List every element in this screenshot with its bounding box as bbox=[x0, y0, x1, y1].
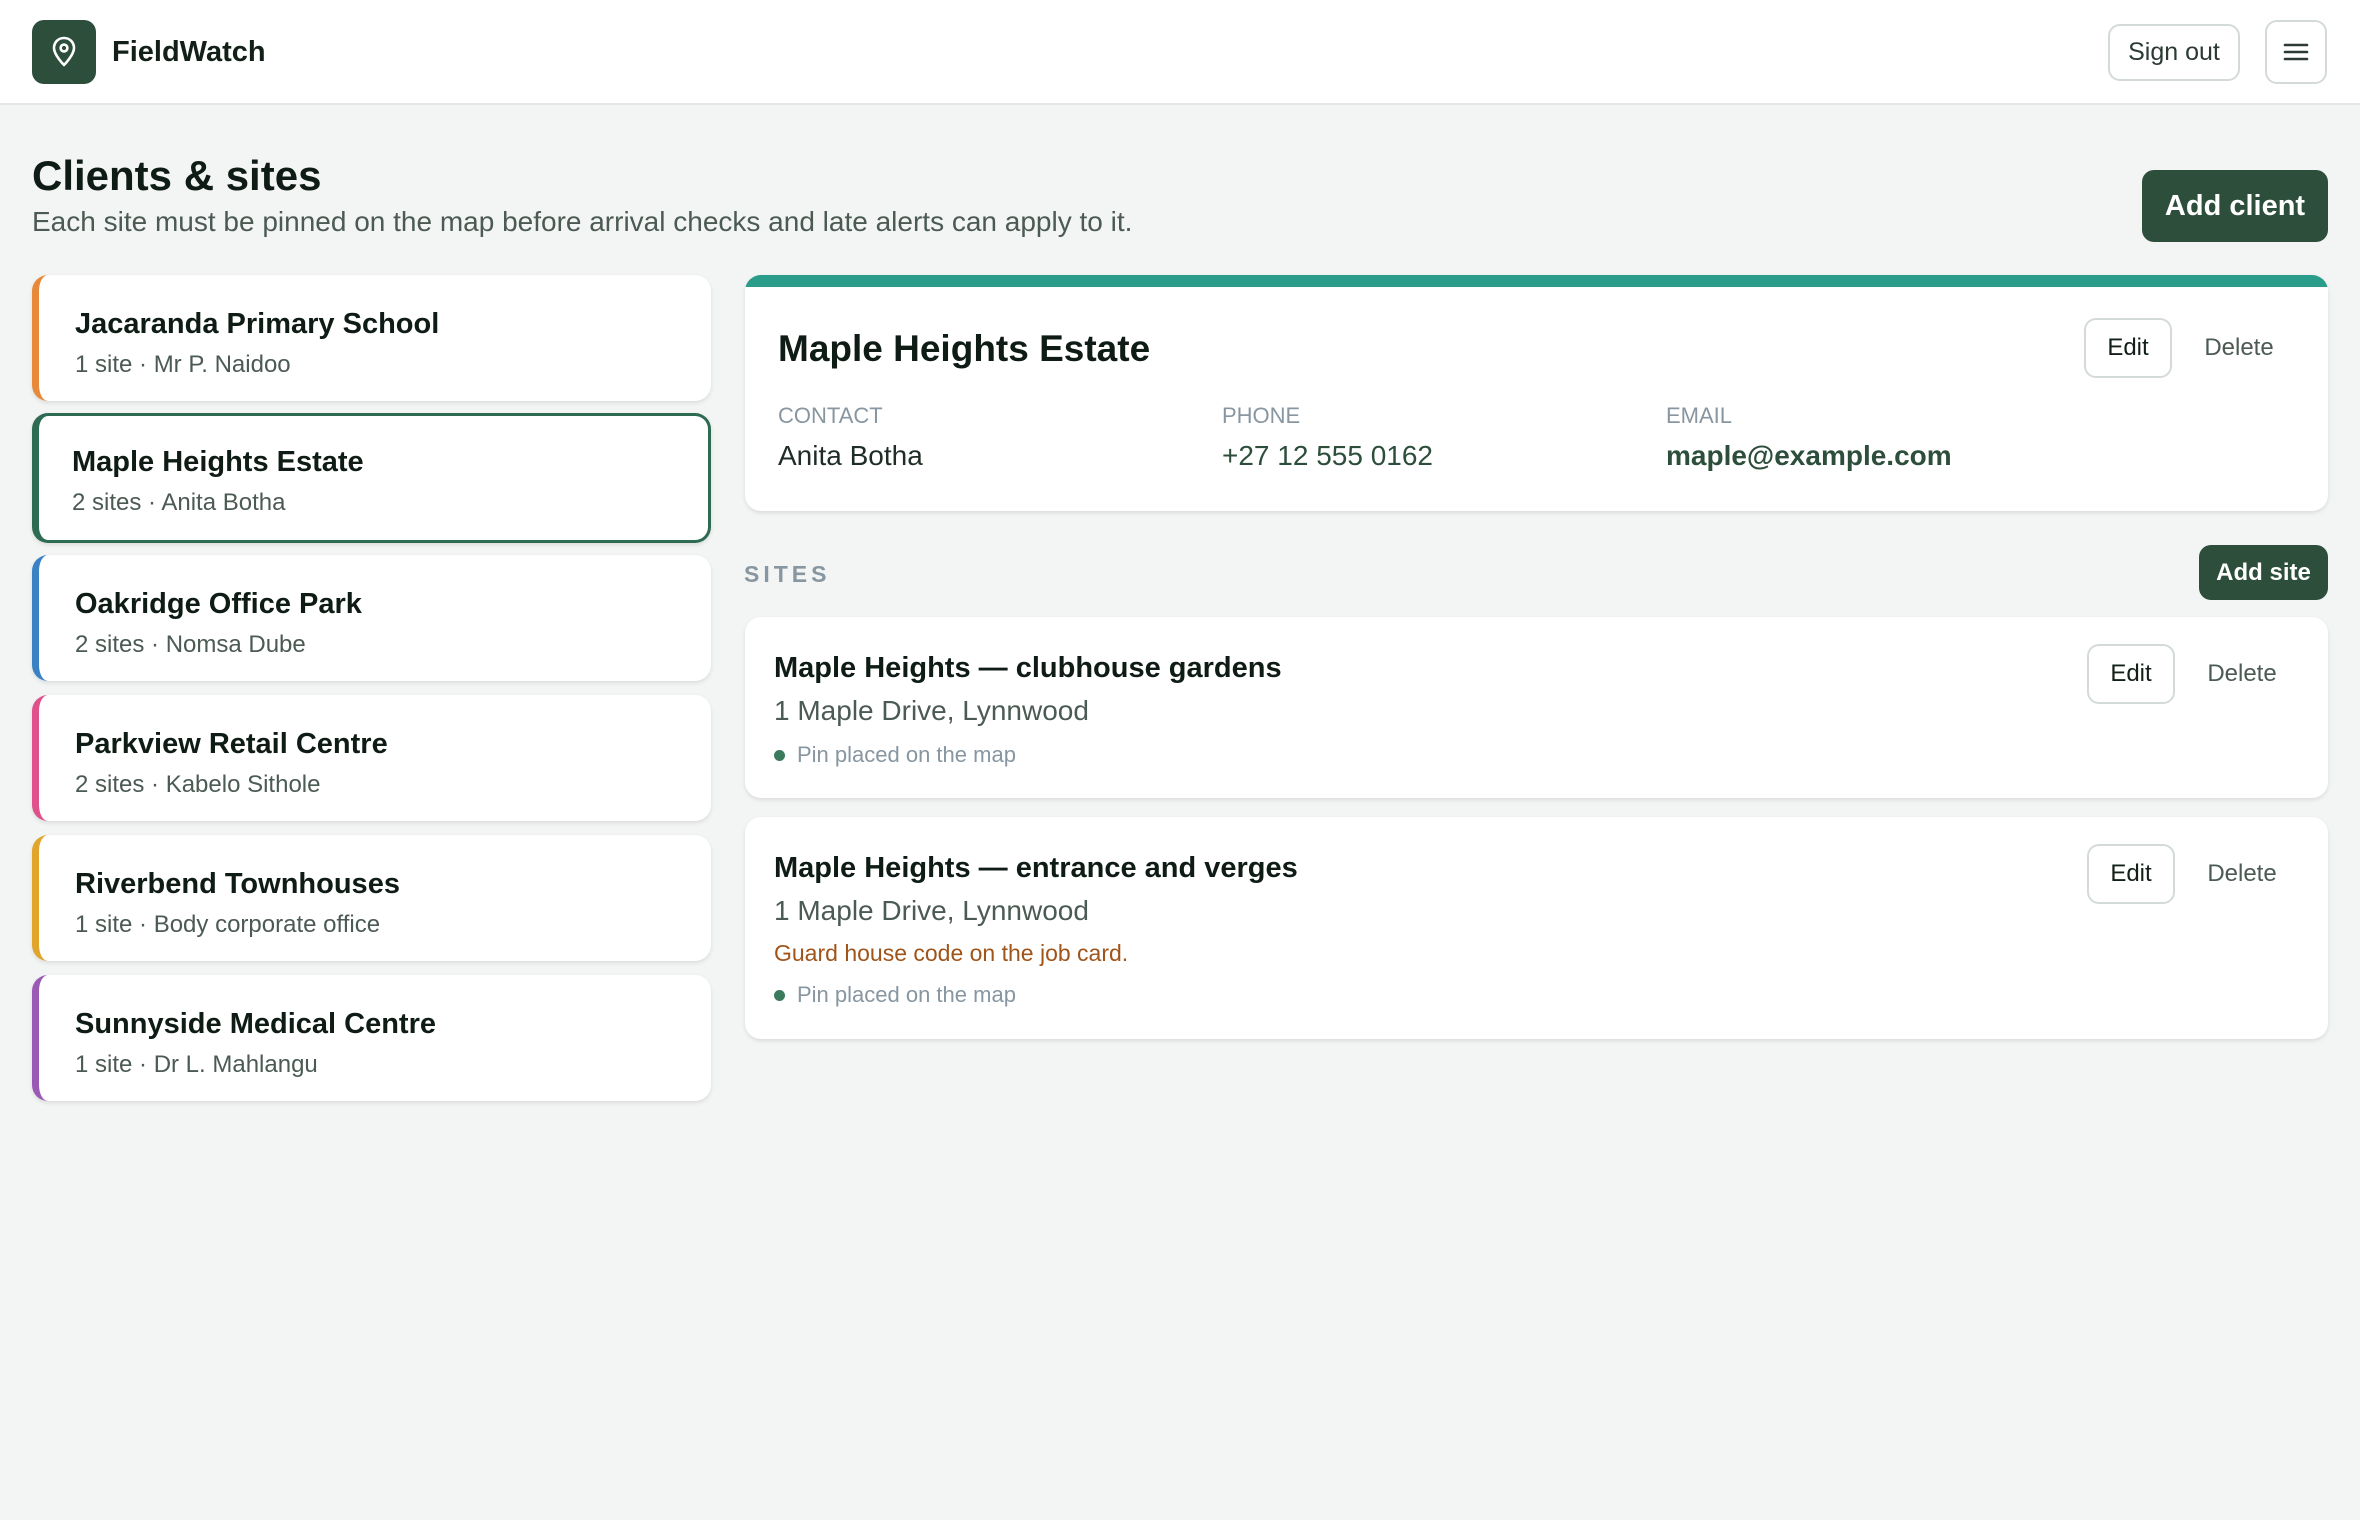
client-card-sunnyside[interactable]: Sunnyside Medical Centre 1 site · Dr L. … bbox=[32, 975, 711, 1101]
status-dot-icon bbox=[774, 989, 785, 1001]
sites-heading: SITES bbox=[744, 561, 831, 587]
status-dot-icon bbox=[774, 749, 785, 761]
client-detail-title: Maple Heights Estate bbox=[778, 328, 1151, 369]
page-title: Clients & sites bbox=[32, 152, 322, 199]
client-card-riverbend[interactable]: Riverbend Townhouses 1 site · Body corpo… bbox=[32, 835, 711, 961]
email-label: Email bbox=[1666, 403, 1733, 428]
client-meta: 2 sites · Anita Botha bbox=[72, 489, 286, 516]
sign-out-button[interactable]: Sign out bbox=[2108, 24, 2240, 81]
site-address: 1 Maple Drive, Lynnwood bbox=[774, 695, 1089, 726]
map-pin-icon[interactable] bbox=[32, 20, 96, 84]
client-meta: 1 site · Mr P. Naidoo bbox=[75, 351, 291, 378]
phone-label: Phone bbox=[1222, 403, 1301, 428]
site-card-clubhouse-gardens: Maple Heights — clubhouse gardens 1 Mapl… bbox=[745, 617, 2328, 798]
edit-site-button[interactable]: Edit bbox=[2087, 644, 2175, 704]
add-client-button[interactable]: Add client bbox=[2142, 170, 2328, 242]
top-bar: FieldWatch Sign out bbox=[0, 0, 2360, 105]
site-name: Maple Heights — entrance and verges bbox=[774, 852, 1298, 884]
phone-link[interactable]: +27 12 555 0162 bbox=[1222, 438, 1433, 474]
client-card-oakridge[interactable]: Oakridge Office Park 2 sites · Nomsa Dub… bbox=[32, 555, 711, 681]
client-meta: 2 sites · Nomsa Dube bbox=[75, 631, 306, 658]
site-address: 1 Maple Drive, Lynnwood bbox=[774, 895, 1089, 926]
edit-site-button[interactable]: Edit bbox=[2087, 844, 2175, 904]
client-name: Jacaranda Primary School bbox=[75, 308, 440, 340]
client-card-jacaranda[interactable]: Jacaranda Primary School 1 site · Mr P. … bbox=[32, 275, 711, 401]
site-card-entrance-verges: Maple Heights — entrance and verges 1 Ma… bbox=[745, 817, 2328, 1039]
pin-status-text: Pin placed on the map bbox=[797, 982, 1016, 1007]
site-note: Guard house code on the job card. bbox=[774, 940, 1129, 966]
client-meta: 1 site · Body corporate office bbox=[75, 911, 381, 938]
contact-value: Anita Botha bbox=[778, 440, 923, 471]
delete-site-button[interactable]: Delete bbox=[2187, 844, 2297, 904]
client-meta: 2 sites · Kabelo Sithole bbox=[75, 771, 321, 798]
client-name: Oakridge Office Park bbox=[75, 588, 362, 620]
pin-status-text: Pin placed on the map bbox=[797, 742, 1016, 767]
client-card-parkview[interactable]: Parkview Retail Centre 2 sites · Kabelo … bbox=[32, 695, 711, 821]
edit-client-button[interactable]: Edit bbox=[2084, 318, 2172, 378]
client-name: Sunnyside Medical Centre bbox=[75, 1008, 436, 1040]
client-meta: 1 site · Dr L. Mahlangu bbox=[75, 1051, 318, 1078]
client-detail-card: Maple Heights Estate Edit Delete Contact… bbox=[745, 275, 2328, 511]
pin-status: Pin placed on the map bbox=[774, 981, 1016, 1009]
client-name: Parkview Retail Centre bbox=[75, 728, 388, 760]
pin-status: Pin placed on the map bbox=[774, 741, 1016, 769]
contact-label: Contact bbox=[778, 403, 883, 428]
email-link[interactable]: maple@example.com bbox=[1666, 438, 1952, 474]
delete-client-button[interactable]: Delete bbox=[2184, 318, 2294, 378]
site-name: Maple Heights — clubhouse gardens bbox=[774, 652, 1282, 684]
add-site-button[interactable]: Add site bbox=[2199, 545, 2328, 600]
client-name: Maple Heights Estate bbox=[72, 446, 364, 478]
client-card-maple-heights[interactable]: Maple Heights Estate 2 sites · Anita Bot… bbox=[32, 413, 711, 543]
detail-accent-bar bbox=[745, 275, 2328, 287]
client-name: Riverbend Townhouses bbox=[75, 868, 400, 900]
page-subtitle: Each site must be pinned on the map befo… bbox=[32, 206, 1133, 237]
app-name: FieldWatch bbox=[112, 36, 266, 68]
hamburger-menu-icon[interactable] bbox=[2265, 20, 2327, 84]
delete-site-button[interactable]: Delete bbox=[2187, 644, 2297, 704]
